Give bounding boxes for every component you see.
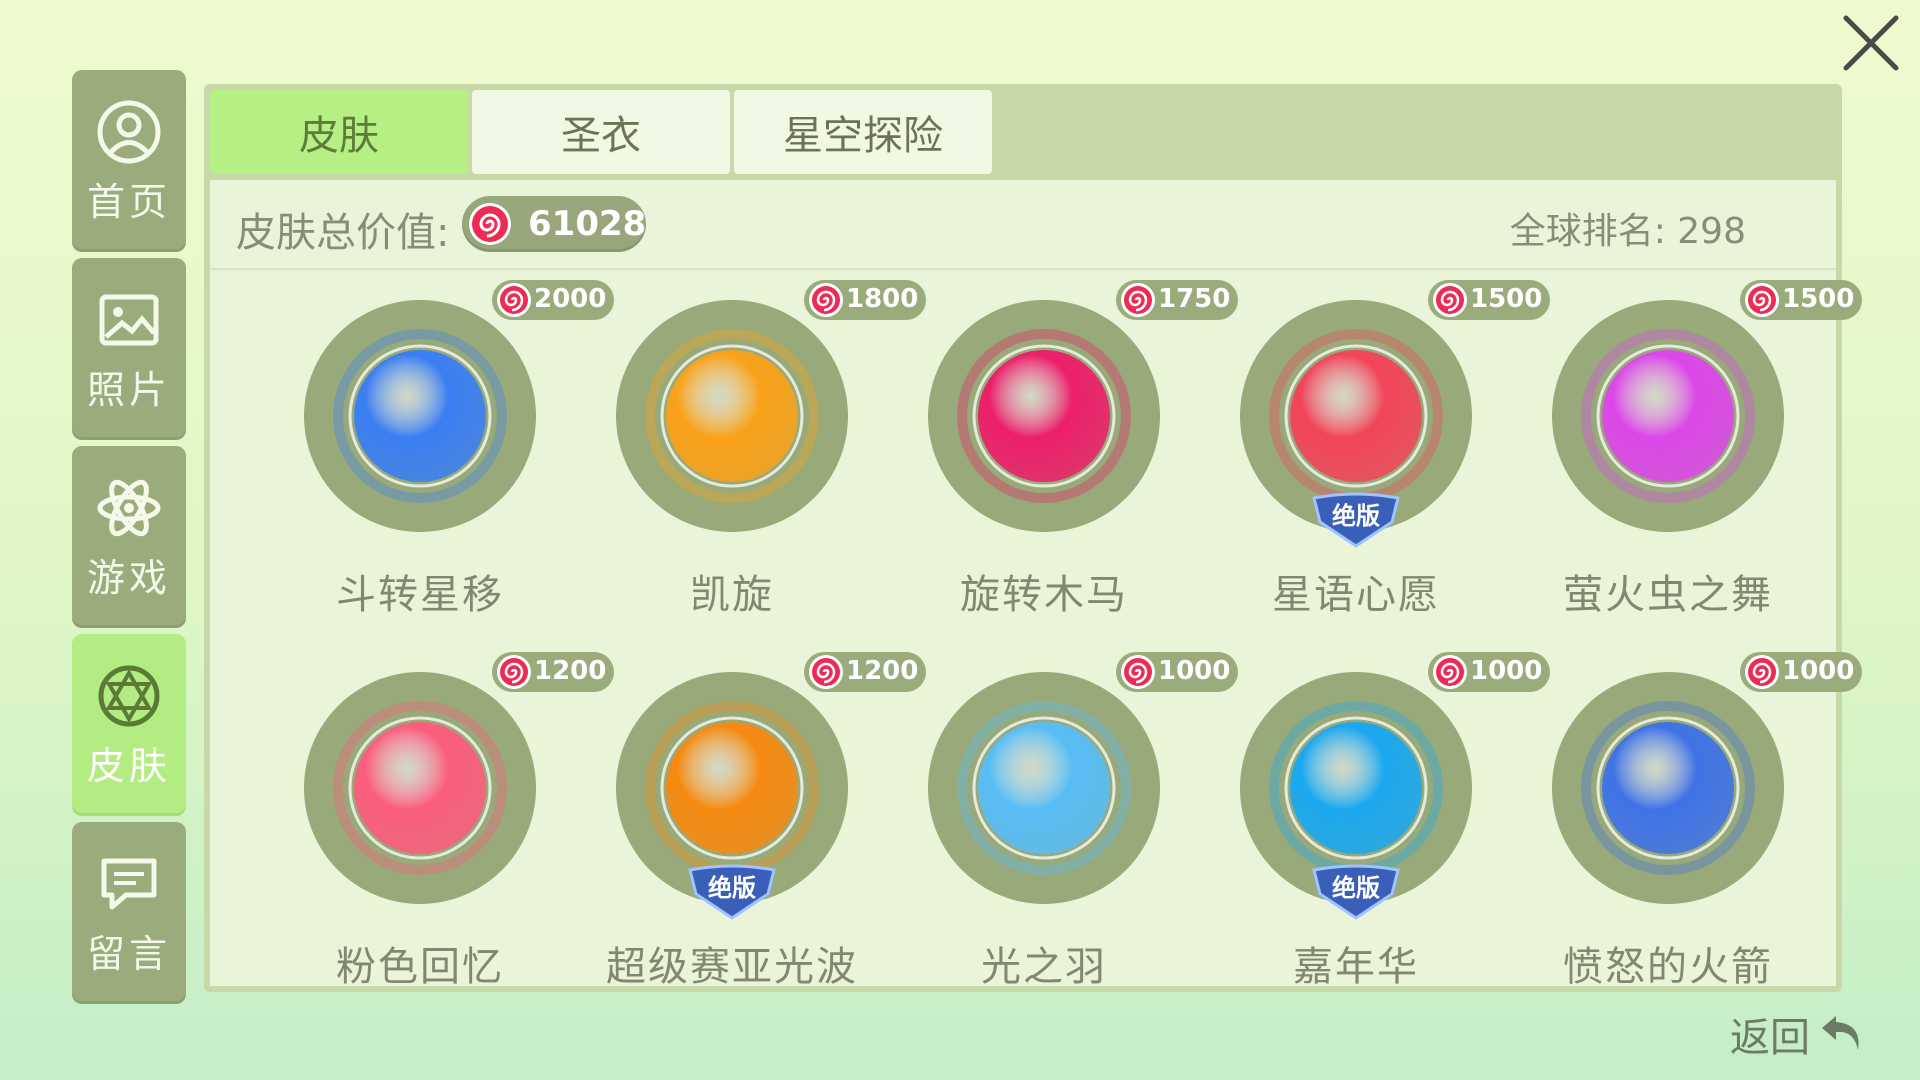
- back-button[interactable]: 返回: [1730, 1004, 1870, 1064]
- skin-price: 1500: [1782, 284, 1855, 314]
- stats-bar: 皮肤总价值: 61028 全球排名: 298: [210, 180, 1836, 270]
- price-badge: 1500: [1740, 280, 1862, 320]
- coin-icon: [497, 283, 531, 317]
- sidebar-item-label: 照片: [86, 367, 171, 412]
- tab-armor[interactable]: 圣衣: [472, 90, 730, 174]
- coin-icon: [1745, 655, 1779, 689]
- coin-icon: [809, 283, 843, 317]
- skin-orb-icon: [333, 701, 507, 875]
- coin-icon: [1745, 283, 1779, 317]
- sidebar-item-messages[interactable]: 留言: [72, 822, 186, 1004]
- skins-content: 皮肤总价值: 61028 全球排名: 298 2000 斗转星移 1800 凯旋 175…: [210, 180, 1862, 990]
- back-arrow-icon: [1822, 1016, 1859, 1050]
- skin-card[interactable]: 2000 斗转星移: [254, 280, 614, 620]
- coin-icon: [1433, 655, 1467, 689]
- skin-name: 斗转星移: [336, 572, 504, 618]
- skin-card[interactable]: 1000 光之羽: [878, 652, 1238, 992]
- coin-icon: [1433, 283, 1467, 317]
- skin-card[interactable]: 1800 凯旋: [566, 280, 926, 620]
- limited-badge: 绝版: [682, 864, 782, 920]
- skin-name: 粉色回忆: [336, 944, 504, 990]
- image-icon: [99, 294, 159, 345]
- skin-name: 旋转木马: [960, 572, 1128, 618]
- limited-label: 绝版: [708, 874, 756, 902]
- limited-badge: 绝版: [1306, 492, 1406, 548]
- sidebar-item-photos[interactable]: 照片: [72, 258, 186, 440]
- total-value-label: 皮肤总价值:: [236, 210, 450, 256]
- user-circle-icon: [97, 100, 161, 163]
- skin-card[interactable]: 1000 绝版 嘉年华: [1190, 652, 1550, 992]
- sidebar-item-games[interactable]: 游戏: [72, 446, 186, 628]
- skin-name: 超级赛亚光波: [606, 944, 858, 990]
- skin-price: 1000: [1782, 656, 1855, 686]
- sidebar-item-label: 首页: [86, 179, 171, 224]
- skin-name: 星语心愿: [1272, 572, 1440, 618]
- skin-orb-icon: [645, 701, 819, 875]
- back-label: 返回: [1730, 1015, 1810, 1061]
- sidebar-item-label: 游戏: [86, 555, 171, 600]
- coin-icon: [1121, 283, 1155, 317]
- palette-icon: [98, 665, 160, 726]
- atom-icon: [97, 479, 161, 536]
- skin-name: 凯旋: [690, 572, 774, 618]
- coin-icon: [1121, 655, 1155, 689]
- skins-panel: 皮肤 圣衣 星空探险 皮肤总价值: 61028 全球排名: 298 2000 斗转…: [204, 84, 1862, 992]
- skin-orb-icon: [1269, 701, 1443, 875]
- sidebar-item-label: 留言: [86, 931, 171, 976]
- skin-orb-icon: [1269, 329, 1443, 503]
- limited-badge: 绝版: [1306, 864, 1406, 920]
- total-value-pill: 61028: [462, 196, 646, 252]
- skin-name: 嘉年华: [1293, 944, 1419, 990]
- chat-icon: [101, 858, 157, 909]
- skin-card[interactable]: 1200 绝版 超级赛亚光波: [566, 652, 926, 992]
- skin-card[interactable]: 1750 旋转木马: [878, 280, 1238, 620]
- limited-label: 绝版: [1332, 874, 1380, 902]
- skin-card[interactable]: 1500 萤火虫之舞: [1502, 280, 1862, 620]
- skin-orb-icon: [1581, 701, 1755, 875]
- skin-orb-icon: [957, 329, 1131, 503]
- skin-name: 萤火虫之舞: [1563, 572, 1773, 618]
- skin-name: 光之羽: [981, 944, 1107, 990]
- limited-label: 绝版: [1332, 502, 1380, 530]
- close-icon: [1843, 15, 1899, 71]
- total-value: 61028: [528, 204, 647, 244]
- skin-orb-icon: [957, 701, 1131, 875]
- coin-icon: [469, 203, 511, 245]
- tab-space-adventure[interactable]: 星空探险: [734, 90, 992, 174]
- global-rank: 全球排名: 298: [1509, 211, 1746, 252]
- sidebar-item-label: 皮肤: [86, 743, 171, 788]
- skin-orb-icon: [333, 329, 507, 503]
- skin-orb-icon: [645, 329, 819, 503]
- sidebar-item-skins[interactable]: 皮肤: [72, 634, 186, 816]
- sidebar-item-home[interactable]: 首页: [72, 70, 186, 252]
- skin-orb-icon: [1581, 329, 1755, 503]
- skin-card[interactable]: 1500 绝版 星语心愿: [1190, 280, 1550, 620]
- coin-icon: [809, 655, 843, 689]
- skin-card[interactable]: 1200 粉色回忆: [254, 652, 614, 992]
- coin-icon: [497, 655, 531, 689]
- tab-skins[interactable]: 皮肤: [210, 90, 468, 174]
- skin-card[interactable]: 1000 愤怒的火箭: [1502, 652, 1862, 992]
- close-button[interactable]: [1838, 10, 1904, 76]
- skin-name: 愤怒的火箭: [1563, 944, 1773, 990]
- price-badge: 1000: [1740, 652, 1862, 692]
